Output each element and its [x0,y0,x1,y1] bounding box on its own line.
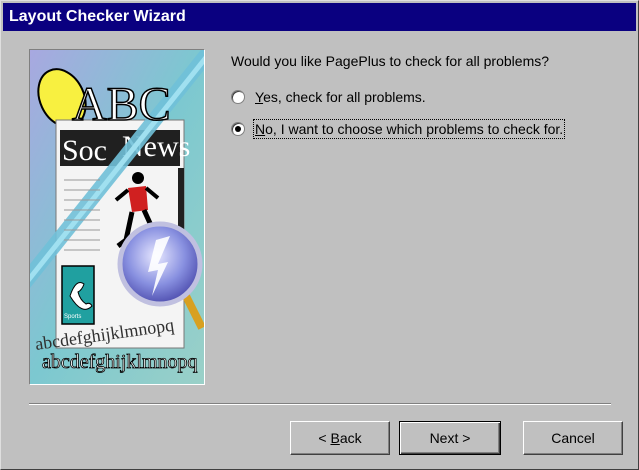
option-check-all[interactable]: Yes, check for all problems. [231,89,426,105]
title-bar: Layout Checker Wizard [3,3,636,31]
back-button[interactable]: < Back [290,421,390,455]
option-choose-problems[interactable]: No, I want to choose which problems to c… [231,119,566,139]
radio-check-all[interactable] [231,90,245,104]
option-choose-problems-label[interactable]: No, I want to choose which problems to c… [252,119,566,139]
wizard-window: Layout Checker Wizard Soc News ABC Sport… [0,0,639,470]
newspaper-magnifier-illustration: Soc News ABC Sports abcdefghijklmnopq ab… [30,50,204,384]
button-divider [29,403,611,405]
option-check-all-label[interactable]: Yes, check for all problems. [255,89,426,105]
next-button[interactable]: Next > [399,421,501,455]
window-title: Layout Checker Wizard [9,8,186,25]
masthead-prefix: Soc [62,134,107,167]
wizard-illustration: Soc News ABC Sports abcdefghijklmnopq ab… [29,49,205,385]
phone-caption: Sports [64,314,81,320]
cancel-button[interactable]: Cancel [523,421,623,455]
radio-selected-dot [235,126,241,132]
wizard-question: Would you like PagePlus to check for all… [231,53,550,69]
abc-letters: ABC [72,78,171,131]
radio-choose-problems[interactable] [231,122,245,136]
alphabet-line-2: abcdefghijklmnopq [42,351,198,373]
